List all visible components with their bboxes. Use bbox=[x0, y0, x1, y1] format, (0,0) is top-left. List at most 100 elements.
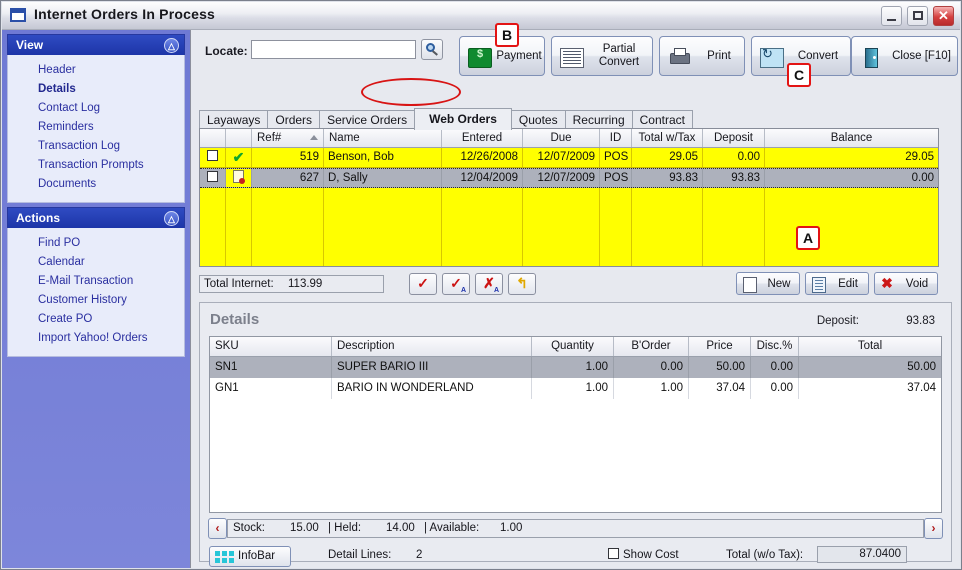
close-f10-button[interactable]: Close [F10] bbox=[851, 36, 958, 76]
edit-button[interactable]: Edit bbox=[805, 272, 869, 295]
orders-col-balance[interactable]: Balance bbox=[765, 129, 938, 147]
details-col-disc[interactable]: Disc.% bbox=[751, 337, 799, 356]
checkbox-icon[interactable] bbox=[608, 548, 619, 559]
details-col-total[interactable]: Total bbox=[799, 337, 941, 356]
details-col-description[interactable]: Description bbox=[332, 337, 532, 356]
sidebar-item-documents[interactable]: Documents bbox=[8, 175, 184, 194]
table-row[interactable]: SN1 SUPER BARIO III 1.00 0.00 50.00 0.00… bbox=[210, 357, 941, 378]
sidebar-item-email-transaction[interactable]: E-Mail Transaction bbox=[8, 272, 184, 291]
row-name: D, Sally bbox=[324, 169, 442, 187]
tab-layaways[interactable]: Layaways bbox=[199, 110, 269, 130]
sidebar-item-contact-log[interactable]: Contact Log bbox=[8, 99, 184, 118]
row-total-with-tax: 29.05 bbox=[632, 148, 703, 167]
locate-input[interactable] bbox=[251, 40, 416, 59]
row-checkbox-cell[interactable] bbox=[200, 169, 226, 187]
sidebar-item-find-po[interactable]: Find PO bbox=[8, 234, 184, 253]
print-button[interactable]: Print bbox=[659, 36, 745, 76]
detail-total: 50.00 bbox=[907, 361, 936, 373]
new-button[interactable]: New bbox=[736, 272, 800, 295]
new-button-label: New bbox=[767, 277, 791, 290]
unapprove-all-subscript: A bbox=[493, 287, 499, 294]
chevron-up-icon[interactable]: △ bbox=[164, 211, 179, 226]
detail-description: SUPER BARIO III bbox=[332, 357, 532, 378]
details-col-price[interactable]: Price bbox=[689, 337, 751, 356]
undo-button[interactable]: ↰ bbox=[508, 273, 536, 295]
orders-col-deposit[interactable]: Deposit bbox=[703, 129, 765, 147]
table-row[interactable]: 627 D, Sally 12/04/2009 12/07/2009 POS 9… bbox=[200, 168, 938, 188]
unapprove-all-button[interactable]: ✗ A bbox=[475, 273, 503, 295]
approve-button[interactable]: ✓ bbox=[409, 273, 437, 295]
orders-col-name[interactable]: Name bbox=[324, 129, 442, 147]
table-row[interactable]: ✔ 519 Benson, Bob 12/26/2008 12/07/2009 … bbox=[200, 148, 938, 168]
detail-lines-value: 2 bbox=[416, 549, 423, 561]
green-check-icon: ✔ bbox=[232, 149, 245, 165]
orders-col-due[interactable]: Due bbox=[523, 129, 600, 147]
orders-col-check[interactable] bbox=[200, 129, 226, 147]
sidebar-item-reminders[interactable]: Reminders bbox=[8, 118, 184, 137]
approve-all-subscript: A bbox=[460, 287, 466, 294]
sidebar-item-calendar[interactable]: Calendar bbox=[8, 253, 184, 272]
total-internet-label: Total Internet: bbox=[204, 278, 274, 290]
orders-col-status[interactable] bbox=[226, 129, 252, 147]
sidebar-item-create-po[interactable]: Create PO bbox=[8, 310, 184, 329]
orders-col-ref[interactable]: Ref# bbox=[252, 129, 324, 147]
sidebar-panel-view-header[interactable]: View △ bbox=[7, 34, 185, 55]
maximize-button[interactable] bbox=[906, 6, 928, 26]
locate-label: Locate: bbox=[205, 44, 248, 58]
sidebar-item-customer-history[interactable]: Customer History bbox=[8, 291, 184, 310]
table-row[interactable]: GN1 BARIO IN WONDERLAND 1.00 1.00 37.04 … bbox=[210, 378, 941, 399]
sidebar-item-transaction-prompts[interactable]: Transaction Prompts bbox=[8, 156, 184, 175]
details-col-sku[interactable]: SKU bbox=[210, 337, 332, 356]
orders-col-total-with-tax[interactable]: Total w/Tax bbox=[632, 129, 703, 147]
sidebar-panel-actions-header[interactable]: Actions △ bbox=[7, 207, 185, 228]
previous-record-button[interactable]: ‹ bbox=[208, 518, 227, 539]
partial-convert-button[interactable]: Partial Convert bbox=[551, 36, 653, 76]
infobar-button[interactable]: InfoBar bbox=[209, 546, 291, 567]
stock-value: 15.00 bbox=[290, 522, 319, 534]
next-record-button[interactable]: › bbox=[924, 518, 943, 539]
sidebar-item-transaction-log[interactable]: Transaction Log bbox=[8, 137, 184, 156]
checkbox-icon[interactable] bbox=[207, 150, 218, 162]
detail-disc: 0.00 bbox=[751, 357, 799, 378]
row-checkbox-cell[interactable] bbox=[200, 148, 226, 167]
checkbox-icon[interactable] bbox=[207, 171, 218, 183]
sidebar: View △ Header Details Contact Log Remind… bbox=[2, 30, 191, 568]
sidebar-item-details[interactable]: Details bbox=[8, 80, 184, 99]
chevron-up-icon[interactable]: △ bbox=[164, 38, 179, 53]
sidebar-panel-view-title: View bbox=[16, 38, 44, 52]
row-entered: 12/04/2009 bbox=[442, 169, 523, 187]
tab-recurring[interactable]: Recurring bbox=[564, 110, 633, 130]
search-button[interactable] bbox=[421, 39, 443, 60]
tab-contract[interactable]: Contract bbox=[631, 110, 693, 130]
partial-convert-label-line1: Partial bbox=[602, 43, 636, 55]
tab-orders[interactable]: Orders bbox=[267, 110, 321, 130]
details-col-border[interactable]: B'Order bbox=[614, 337, 689, 356]
detail-description: BARIO IN WONDERLAND bbox=[332, 378, 532, 399]
tab-quotes[interactable]: Quotes bbox=[510, 110, 566, 130]
sidebar-item-header[interactable]: Header bbox=[8, 61, 184, 80]
void-button[interactable]: ✖ Void bbox=[874, 272, 938, 295]
row-name: Benson, Bob bbox=[324, 148, 442, 167]
row-id: POS bbox=[600, 148, 632, 167]
tab-service-orders[interactable]: Service Orders bbox=[319, 110, 416, 130]
row-due: 12/07/2009 bbox=[523, 148, 600, 167]
orders-col-entered[interactable]: Entered bbox=[442, 129, 523, 147]
search-icon bbox=[426, 43, 435, 52]
held-label: | Held: bbox=[328, 522, 362, 534]
row-id: POS bbox=[600, 169, 632, 187]
sidebar-item-import-yahoo-orders[interactable]: Import Yahoo! Orders bbox=[8, 329, 184, 348]
row-total-with-tax: 93.83 bbox=[632, 169, 703, 187]
annotation-marker-a: A bbox=[796, 226, 820, 250]
partial-convert-button-label: Partial Convert bbox=[590, 37, 648, 75]
approve-all-button[interactable]: ✓ A bbox=[442, 273, 470, 295]
show-cost-checkbox[interactable]: Show Cost bbox=[608, 548, 679, 561]
sidebar-panel-actions-title: Actions bbox=[16, 211, 61, 225]
minimize-button[interactable] bbox=[880, 6, 902, 26]
details-col-quantity[interactable]: Quantity bbox=[532, 337, 614, 356]
tab-web-orders[interactable]: Web Orders bbox=[414, 108, 512, 130]
close-button[interactable]: ✕ bbox=[933, 6, 954, 26]
row-status-cell: ✔ bbox=[226, 148, 252, 167]
orders-col-id[interactable]: ID bbox=[600, 129, 632, 147]
detail-lines-label: Detail Lines: bbox=[328, 549, 392, 561]
details-deposit-value: 93.83 bbox=[906, 315, 935, 327]
